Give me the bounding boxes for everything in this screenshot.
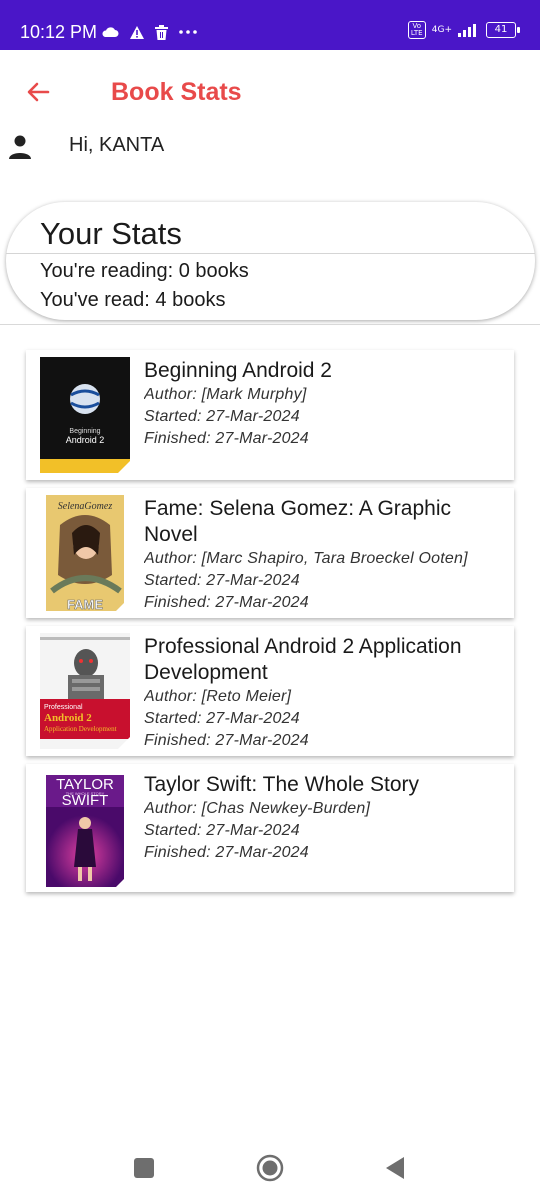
book-started: Started: 27-Mar-2024 [144, 572, 300, 589]
stats-read-count: You've read: 4 books [40, 289, 226, 311]
page-title: Book Stats [111, 78, 242, 106]
trash-icon [155, 24, 168, 40]
book-author: Author: [Reto Meier] [144, 688, 292, 705]
book-card[interactable]: TAYLOR SWIFT THE WHOLE STORY Taylor Swif… [26, 764, 514, 892]
book-list: Beginning Android 2 Beginning Android 2 … [26, 350, 514, 900]
book-finished: Finished: 27-Mar-2024 [144, 430, 309, 447]
recents-icon[interactable] [130, 1154, 158, 1182]
user-greeting: Hi, KANTA [69, 134, 165, 156]
cover-text: Application Development [44, 725, 117, 733]
cloud-icon [102, 27, 119, 37]
book-started: Started: 27-Mar-2024 [144, 822, 300, 839]
cover-text: THE WHOLE STORY [66, 791, 105, 796]
status-time: 10:12 PM [20, 22, 98, 42]
book-info: Taylor Swift: The Whole Story Author: [C… [144, 772, 504, 892]
cover-text: Android 2 [66, 435, 105, 445]
system-nav-bar [0, 1140, 540, 1200]
book-info: Professional Android 2 Application Devel… [144, 634, 504, 756]
arrow-back-icon [27, 82, 50, 102]
stats-divider [6, 253, 535, 254]
cover-text: Professional [44, 704, 83, 711]
book-started: Started: 27-Mar-2024 [144, 710, 300, 727]
person-icon [9, 135, 31, 159]
book-cover-taylor-swift: TAYLOR SWIFT THE WHOLE STORY [40, 771, 130, 887]
stats-title: Your Stats [40, 216, 182, 251]
book-title: Beginning Android 2 [144, 359, 332, 382]
section-divider [0, 324, 540, 325]
network-type: 4G+ [431, 24, 452, 35]
book-title: Fame: Selena Gomez: A Graphic Novel [144, 497, 451, 546]
cover-text: FAME [67, 597, 103, 611]
status-bar: 10:12 PM Vo LTE 4G+ 41 [0, 0, 540, 50]
book-title: Professional Android 2 Application Devel… [144, 635, 462, 684]
cover-text: Beginning [69, 428, 100, 435]
warning-icon [130, 25, 144, 39]
book-title: Taylor Swift: The Whole Story [144, 773, 420, 796]
book-info: Beginning Android 2 Author: [Mark Murphy… [144, 358, 504, 480]
volte-icon: Vo LTE [407, 21, 426, 39]
back-nav-icon[interactable] [382, 1154, 410, 1182]
book-info: Fame: Selena Gomez: A Graphic Novel Auth… [144, 496, 504, 618]
status-system-icons: Vo LTE 4G+ 41 [407, 18, 520, 42]
more-icon [179, 30, 197, 34]
stats-card: Your Stats You're reading: 0 books You'v… [6, 202, 535, 320]
book-cover-professional-android: Professional Android 2 Application Devel… [40, 633, 130, 749]
book-started: Started: 27-Mar-2024 [144, 408, 300, 425]
book-finished: Finished: 27-Mar-2024 [144, 732, 309, 749]
status-notification-icons [101, 22, 198, 42]
cover-text: Android 2 [44, 712, 92, 724]
home-icon[interactable] [256, 1154, 284, 1182]
signal-icon [458, 24, 476, 37]
battery-icon: 41 [486, 22, 520, 38]
book-card[interactable]: Professional Android 2 Application Devel… [26, 626, 514, 756]
book-author: Author: [Marc Shapiro, Tara Broeckel Oot… [144, 550, 468, 567]
cover-text: SelenaGomez [58, 501, 113, 512]
book-cover-beginning-android: Beginning Android 2 [40, 357, 130, 473]
user-row: Hi, KANTA [0, 125, 540, 165]
book-finished: Finished: 27-Mar-2024 [144, 594, 309, 611]
stats-reading-count: You're reading: 0 books [40, 260, 249, 282]
book-author: Author: [Chas Newkey-Burden] [144, 800, 371, 817]
app-bar: Book Stats [0, 50, 540, 130]
book-author: Author: [Mark Murphy] [144, 386, 307, 403]
back-button[interactable] [22, 76, 54, 108]
book-card[interactable]: Beginning Android 2 Beginning Android 2 … [26, 350, 514, 480]
book-finished: Finished: 27-Mar-2024 [144, 844, 309, 861]
book-cover-selena-gomez: SelenaGomez FAME [40, 495, 130, 611]
book-card[interactable]: SelenaGomez FAME Fame: Selena Gomez: A G… [26, 488, 514, 618]
